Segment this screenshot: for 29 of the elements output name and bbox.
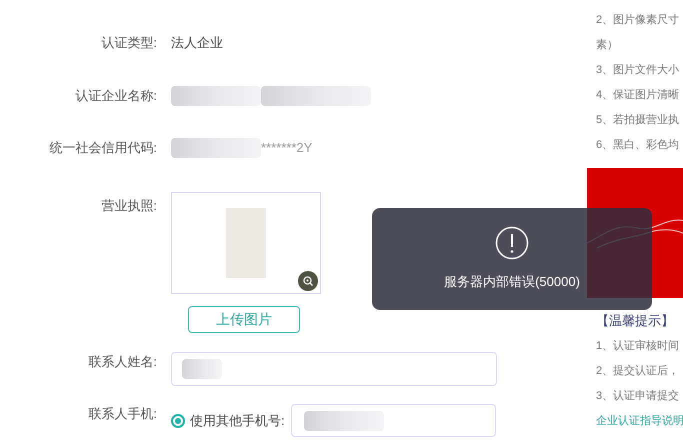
notice-text: 3、认证申请提交 [596,388,680,404]
input-field[interactable] [290,404,496,437]
field-value: 法人企业 [171,34,223,52]
notice-text: 1、认证审核时间 [596,338,680,354]
radio-label[interactable]: 使用其他手机号: [190,410,285,430]
field-label: 认证企业名称: [74,87,157,105]
guide-link[interactable]: 企业认证指导说明 [596,409,683,434]
field-label: 联系人手机: [87,405,157,423]
tip-text: 4、保证图片清晰 [596,88,680,103]
zoom-icon[interactable] [298,271,318,291]
input-field[interactable] [171,352,497,386]
radio-button[interactable] [171,414,185,428]
tip-text: 5、若拍摄营业执 [596,113,680,128]
tip-text: 3、图片文件大小 [596,62,680,78]
notice-title: 【温馨提示】 [596,312,675,330]
field-label: 营业执照: [100,197,157,215]
warning-icon [495,226,529,260]
upload-button[interactable]: 上传图片 [188,306,300,333]
field-value: *******2Y [261,139,312,157]
tip-text: 2、图片像素尺寸 [596,12,680,28]
notice-text: 2、提交认证后， [596,364,680,379]
tip-text: 素） [596,38,619,53]
toast-message: 服务器内部错误(50000) [444,273,580,292]
field-label: 认证类型: [100,34,157,52]
photo-placeholder [226,208,266,278]
redacted-block [182,359,222,379]
field-label: 联系人姓名: [87,353,157,371]
tip-text: 6、黑白、彩色均 [596,138,680,153]
field-label: 统一社会信用代码: [48,139,157,157]
